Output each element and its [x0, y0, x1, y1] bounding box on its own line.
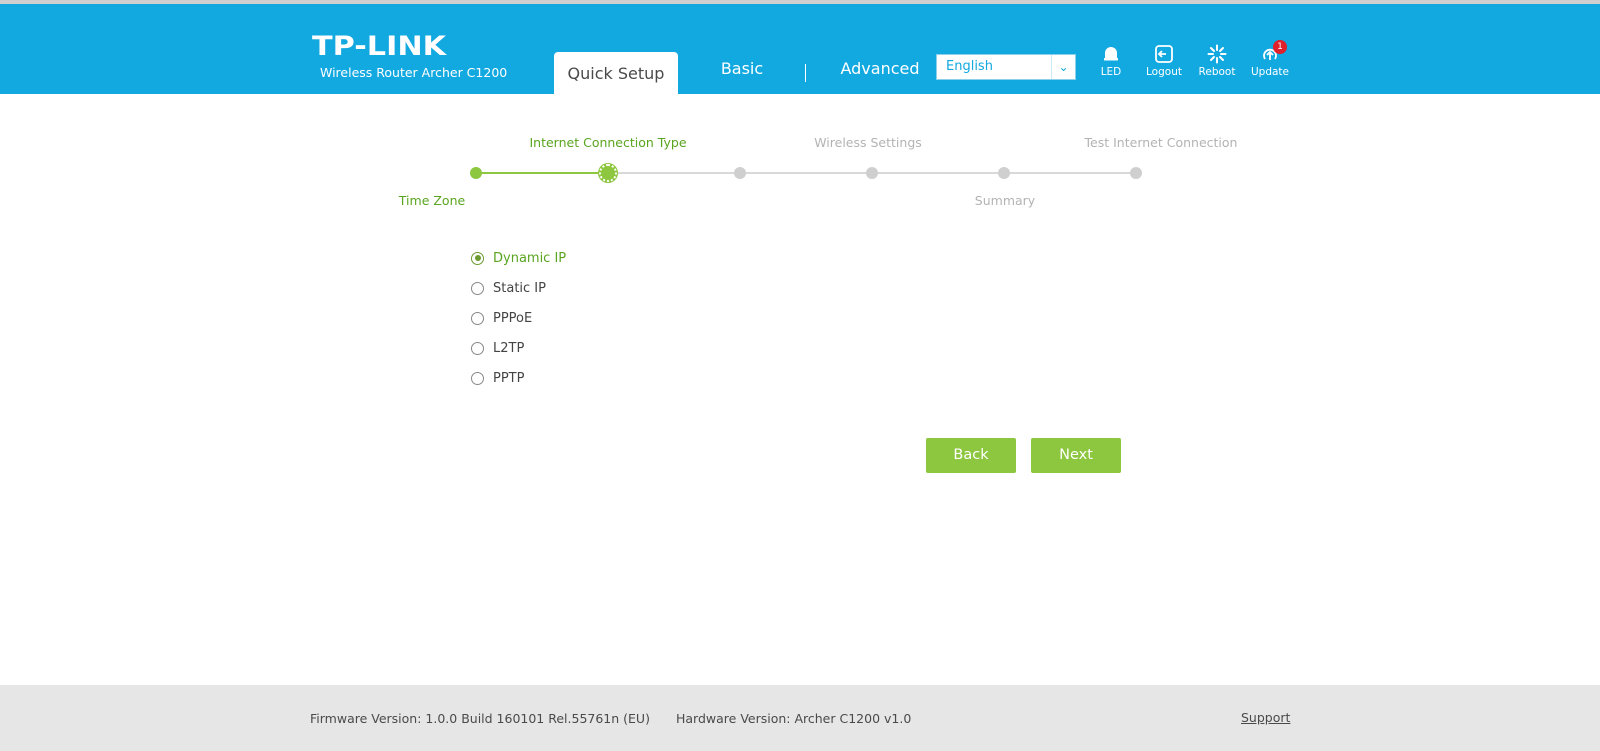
- step-dot-summary: [998, 167, 1010, 179]
- next-button[interactable]: Next: [1031, 438, 1121, 473]
- step-dot-time-zone: [470, 167, 482, 179]
- option-pppoe[interactable]: PPPoE: [471, 308, 532, 328]
- option-pptp[interactable]: PPTP: [471, 368, 524, 388]
- logout-icon: [1155, 45, 1173, 63]
- tp-link-logo: TP-LINK: [312, 31, 447, 62]
- step-label-time-zone: Time Zone: [398, 193, 466, 208]
- update-button[interactable]: 1 Update: [1245, 40, 1295, 78]
- chevron-down-icon: ⌄: [1051, 55, 1075, 79]
- update-label: Update: [1250, 66, 1290, 78]
- option-label: Static IP: [493, 280, 546, 296]
- step-dot-3: [734, 167, 746, 179]
- led-label: LED: [1100, 66, 1122, 78]
- reboot-button[interactable]: Reboot: [1192, 44, 1242, 78]
- option-label: PPTP: [493, 370, 525, 386]
- tab-quick-setup[interactable]: Quick Setup: [554, 52, 678, 94]
- step-dot-wireless-settings: [866, 167, 878, 179]
- step-label-internet-connection-type: Internet Connection Type: [529, 135, 687, 150]
- language-selected-value: English: [946, 59, 993, 74]
- header-bar: [0, 4, 1600, 94]
- option-label: Dynamic IP: [493, 250, 567, 266]
- option-l2tp[interactable]: L2TP: [471, 338, 524, 358]
- logout-label: Logout: [1146, 66, 1182, 78]
- led-icon: [1104, 47, 1118, 61]
- option-static-ip[interactable]: Static IP: [471, 278, 546, 298]
- hardware-version: Hardware Version: Archer C1200 v1.0: [676, 711, 912, 726]
- option-dynamic-ip[interactable]: Dynamic IP: [471, 248, 566, 268]
- progress-line-complete: [476, 172, 608, 174]
- language-select[interactable]: English ⌄: [936, 54, 1076, 80]
- tab-advanced[interactable]: Advanced: [822, 48, 938, 90]
- radio-pptp[interactable]: [471, 371, 484, 385]
- tab-separator: [805, 64, 806, 82]
- step-label-wireless-settings: Wireless Settings: [814, 135, 922, 150]
- support-link[interactable]: Support: [1241, 710, 1290, 725]
- radio-pppoe[interactable]: [471, 311, 484, 325]
- step-dot-test-internet-connection: [1130, 167, 1142, 179]
- radio-l2tp[interactable]: [471, 341, 484, 355]
- back-button[interactable]: Back: [926, 438, 1016, 473]
- firmware-version: Firmware Version: 1.0.0 Build 160101 Rel…: [310, 711, 650, 726]
- reboot-label: Reboot: [1198, 66, 1236, 78]
- led-button[interactable]: LED: [1086, 44, 1136, 78]
- step-dot-internet-connection-type: [599, 164, 617, 182]
- reboot-icon: [1207, 44, 1227, 64]
- option-label: L2TP: [493, 340, 525, 356]
- option-label: PPPoE: [493, 310, 533, 326]
- step-label-test-internet-connection: Test Internet Connection: [1084, 135, 1238, 150]
- tab-basic[interactable]: Basic: [712, 48, 772, 90]
- logout-button[interactable]: Logout: [1139, 44, 1189, 78]
- update-count-badge: 1: [1273, 40, 1287, 54]
- radio-static-ip[interactable]: [471, 281, 484, 295]
- step-label-summary: Summary: [974, 193, 1036, 208]
- device-model-subtitle: Wireless Router Archer C1200: [320, 65, 508, 80]
- radio-dynamic-ip[interactable]: [471, 251, 484, 265]
- footer: Firmware Version: 1.0.0 Build 160101 Rel…: [0, 685, 1600, 751]
